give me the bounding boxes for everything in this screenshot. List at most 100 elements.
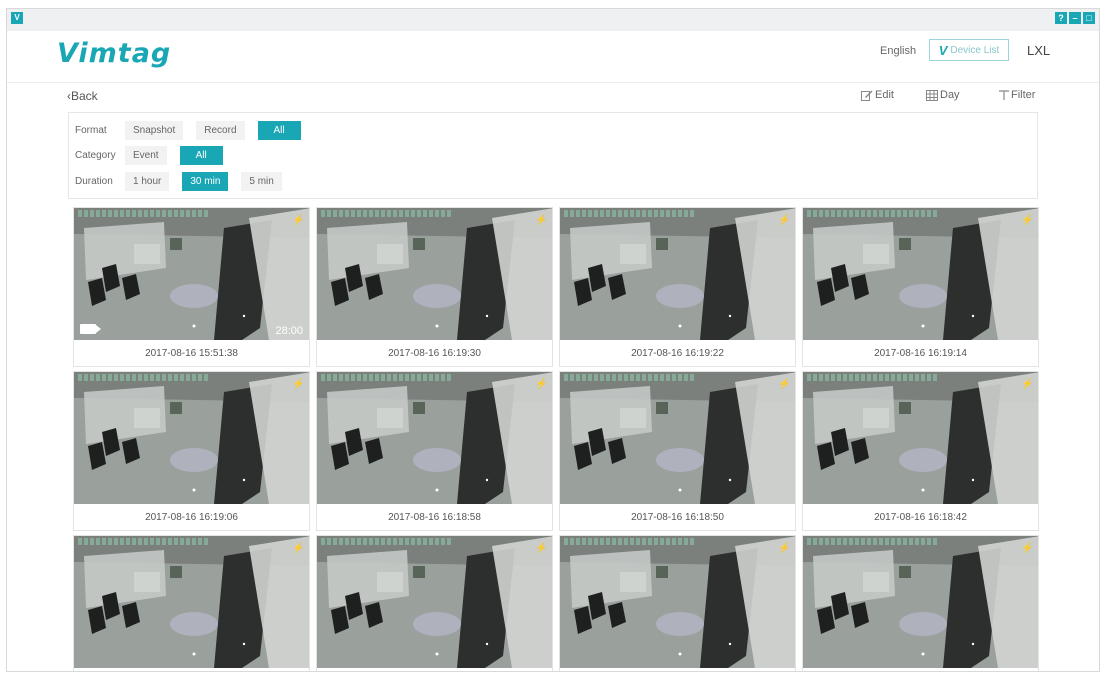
- recording-thumbnail[interactable]: ⚡: [317, 208, 552, 340]
- filter-button[interactable]: Filter: [999, 89, 1035, 101]
- recording-timestamp: 2017-08-16 16:19:06: [145, 512, 238, 523]
- motion-event-icon: ⚡: [292, 215, 305, 226]
- recording-card[interactable]: ⚡: [802, 535, 1039, 671]
- duration-option-5-min[interactable]: 5 min: [241, 172, 282, 191]
- motion-event-icon: ⚡: [292, 379, 305, 390]
- camera-overlay-text: [564, 374, 694, 381]
- recording-duration: 28:00: [275, 325, 303, 337]
- duration-option-30-min[interactable]: 30 min: [182, 172, 229, 191]
- camera-overlay-text: [321, 538, 451, 545]
- category-filter-row: Category Event All: [75, 146, 236, 165]
- category-option-all[interactable]: All: [179, 146, 223, 165]
- recording-thumbnail[interactable]: ⚡: [803, 208, 1038, 340]
- motion-event-icon: ⚡: [1021, 379, 1034, 390]
- format-label: Format: [75, 125, 107, 136]
- camera-overlay-text: [321, 210, 451, 217]
- category-label: Category: [75, 150, 116, 161]
- camera-overlay-text: [807, 210, 937, 217]
- vimtag-icon: V: [938, 42, 948, 58]
- recording-card[interactable]: ⚡ 28:00 2017-08-16 15:51:38: [73, 207, 310, 367]
- category-option-event[interactable]: Event: [125, 146, 167, 165]
- format-option-all[interactable]: All: [257, 121, 301, 140]
- recording-timestamp: [560, 668, 795, 671]
- recording-timestamp: 2017-08-16 16:18:50: [631, 512, 724, 523]
- recording-timestamp: 2017-08-16 15:51:38: [145, 348, 238, 359]
- recording-timestamp: 2017-08-16 16:19:22: [631, 348, 724, 359]
- camera-scene-image: [560, 372, 795, 504]
- edit-button[interactable]: Edit: [861, 89, 894, 101]
- camera-scene-image: [803, 372, 1038, 504]
- recording-card[interactable]: ⚡: [316, 535, 553, 671]
- motion-event-icon: ⚡: [535, 379, 548, 390]
- camera-scene-image: [74, 372, 309, 504]
- edit-label: Edit: [875, 89, 894, 101]
- recording-card[interactable]: ⚡ 2017-08-16 16:19:14: [802, 207, 1039, 367]
- minimize-button[interactable]: –: [1069, 12, 1081, 24]
- camera-overlay-text: [807, 538, 937, 545]
- back-button[interactable]: ‹Back: [67, 89, 98, 103]
- recording-card[interactable]: ⚡: [73, 535, 310, 671]
- app-icon: V: [11, 12, 23, 24]
- recording-thumbnail[interactable]: ⚡: [317, 372, 552, 504]
- recording-timestamp: 2017-08-16 16:19:30: [388, 348, 481, 359]
- device-list-button[interactable]: V Device List: [929, 39, 1009, 61]
- motion-event-icon: ⚡: [292, 543, 305, 554]
- duration-filter-row: Duration 1 hour 30 min 5 min: [75, 172, 295, 191]
- format-filter-row: Format Snapshot Record All: [75, 121, 314, 140]
- recordings-grid: ⚡ 28:00 2017-08-16 15:51:38 ⚡ 2017-08-16: [73, 207, 1039, 671]
- recording-timestamp: 2017-08-16 16:18:42: [874, 512, 967, 523]
- day-label: Day: [940, 89, 960, 101]
- day-view-button[interactable]: Day: [926, 89, 960, 101]
- recording-timestamp: 2017-08-16 16:19:14: [874, 348, 967, 359]
- recording-card[interactable]: ⚡ 2017-08-16 16:18:58: [316, 371, 553, 531]
- title-bar: V ? – □: [7, 9, 1099, 31]
- app-header: Vimtag English V Device List LXL: [7, 31, 1099, 83]
- motion-event-icon: ⚡: [778, 543, 791, 554]
- recording-card[interactable]: ⚡ 2017-08-16 16:19:06: [73, 371, 310, 531]
- camera-overlay-text: [78, 374, 208, 381]
- camera-scene-image: [560, 536, 795, 668]
- recording-thumbnail[interactable]: ⚡: [560, 372, 795, 504]
- recording-card[interactable]: ⚡ 2017-08-16 16:19:22: [559, 207, 796, 367]
- calendar-icon: [926, 89, 938, 101]
- recording-timestamp: [803, 668, 1038, 671]
- maximize-button[interactable]: □: [1083, 12, 1095, 24]
- user-name[interactable]: LXL: [1027, 43, 1050, 58]
- camera-scene-image: [317, 372, 552, 504]
- recording-thumbnail[interactable]: ⚡: [560, 536, 795, 668]
- camera-scene-image: [74, 536, 309, 668]
- motion-event-icon: ⚡: [1021, 543, 1034, 554]
- recording-timestamp: [74, 668, 309, 671]
- recording-thumbnail[interactable]: ⚡: [317, 536, 552, 668]
- camera-scene-image: [803, 208, 1038, 340]
- help-button[interactable]: ?: [1055, 12, 1067, 24]
- motion-event-icon: ⚡: [778, 215, 791, 226]
- recording-thumbnail[interactable]: ⚡: [803, 536, 1038, 668]
- device-list-label: Device List: [950, 44, 1000, 56]
- recording-timestamp: 2017-08-16 16:18:58: [388, 512, 481, 523]
- app-window: V ? – □ Vimtag English V Device List LXL…: [6, 8, 1100, 672]
- camera-scene-image: [317, 536, 552, 668]
- toolbar: ‹Back Edit Day Filter: [7, 85, 1099, 109]
- camera-overlay-text: [564, 538, 694, 545]
- recording-card[interactable]: ⚡ 2017-08-16 16:18:42: [802, 371, 1039, 531]
- format-option-snapshot[interactable]: Snapshot: [125, 121, 184, 140]
- duration-option-1-hour[interactable]: 1 hour: [125, 172, 170, 191]
- recording-thumbnail[interactable]: ⚡: [74, 372, 309, 504]
- language-selector[interactable]: English: [880, 45, 916, 57]
- camera-scene-image: [560, 208, 795, 340]
- recording-thumbnail[interactable]: ⚡: [560, 208, 795, 340]
- recording-card[interactable]: ⚡: [559, 535, 796, 671]
- motion-event-icon: ⚡: [535, 543, 548, 554]
- recording-card[interactable]: ⚡ 2017-08-16 16:19:30: [316, 207, 553, 367]
- format-option-record[interactable]: Record: [196, 121, 245, 140]
- recording-thumbnail[interactable]: ⚡ 28:00: [74, 208, 309, 340]
- logo: Vimtag: [57, 38, 172, 69]
- camera-scene-image: [803, 536, 1038, 668]
- camera-overlay-text: [78, 210, 208, 217]
- recording-thumbnail[interactable]: ⚡: [74, 536, 309, 668]
- camera-scene-image: [74, 208, 309, 340]
- recording-thumbnail[interactable]: ⚡: [803, 372, 1038, 504]
- recording-card[interactable]: ⚡ 2017-08-16 16:18:50: [559, 371, 796, 531]
- video-camera-icon: [80, 324, 101, 334]
